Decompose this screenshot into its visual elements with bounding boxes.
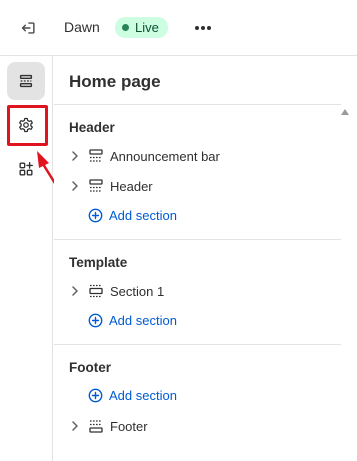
add-section-template-button[interactable]: Add section — [87, 309, 177, 331]
divider — [54, 104, 341, 105]
scroll-up-arrow-icon[interactable] — [341, 108, 349, 116]
section-label: Announcement bar — [110, 148, 220, 164]
theme-name[interactable]: Dawn — [64, 19, 100, 35]
header-section-icon — [88, 148, 104, 164]
plus-circle-icon — [87, 207, 103, 223]
footer-group-title: Footer — [69, 360, 111, 375]
header-group-title: Header — [69, 120, 115, 135]
section-row-header[interactable]: Header — [69, 175, 153, 197]
section-label: Header — [110, 178, 153, 194]
live-dot-icon — [122, 24, 129, 31]
app-embeds-button[interactable] — [7, 150, 45, 188]
page-title: Home page — [69, 72, 161, 91]
plus-circle-icon — [87, 387, 103, 403]
gear-icon — [19, 117, 33, 133]
add-section-header-button[interactable]: Add section — [87, 204, 177, 226]
sections-panel: Home page Header Announcement bar Header — [54, 56, 357, 461]
section-row-footer[interactable]: Footer — [69, 415, 148, 437]
footer-section-icon — [88, 418, 104, 434]
exit-icon — [21, 22, 35, 34]
sections-tab-button[interactable] — [7, 62, 45, 100]
more-dots-icon — [195, 26, 211, 30]
section-label: Footer — [110, 418, 148, 434]
add-section-label: Add section — [109, 387, 177, 403]
section-row-announcement-bar[interactable]: Announcement bar — [69, 145, 220, 167]
add-section-footer-button[interactable]: Add section — [87, 384, 177, 406]
template-section-icon — [88, 283, 104, 299]
plus-circle-icon — [87, 312, 103, 328]
chevron-right-icon[interactable] — [69, 150, 81, 162]
chevron-right-icon[interactable] — [69, 420, 81, 432]
divider — [54, 239, 341, 240]
theme-settings-button[interactable] — [7, 106, 45, 144]
chevron-right-icon[interactable] — [69, 285, 81, 297]
template-group-title: Template — [69, 255, 128, 270]
live-status-label: Live — [135, 20, 159, 35]
section-label: Section 1 — [110, 283, 165, 299]
divider — [54, 344, 341, 345]
sections-icon — [19, 74, 33, 88]
top-bar: Dawn Live — [0, 0, 357, 56]
header-section-icon — [88, 178, 104, 194]
chevron-right-icon[interactable] — [69, 180, 81, 192]
apps-icon — [19, 162, 33, 176]
more-actions-button[interactable] — [189, 14, 217, 42]
section-row-section-1[interactable]: Section 1 — [69, 280, 164, 302]
live-status-badge: Live — [115, 17, 168, 38]
add-section-label: Add section — [109, 312, 177, 328]
editor-sidebar-rail — [0, 56, 53, 461]
add-section-label: Add section — [109, 207, 177, 223]
exit-editor-button[interactable] — [14, 14, 42, 42]
